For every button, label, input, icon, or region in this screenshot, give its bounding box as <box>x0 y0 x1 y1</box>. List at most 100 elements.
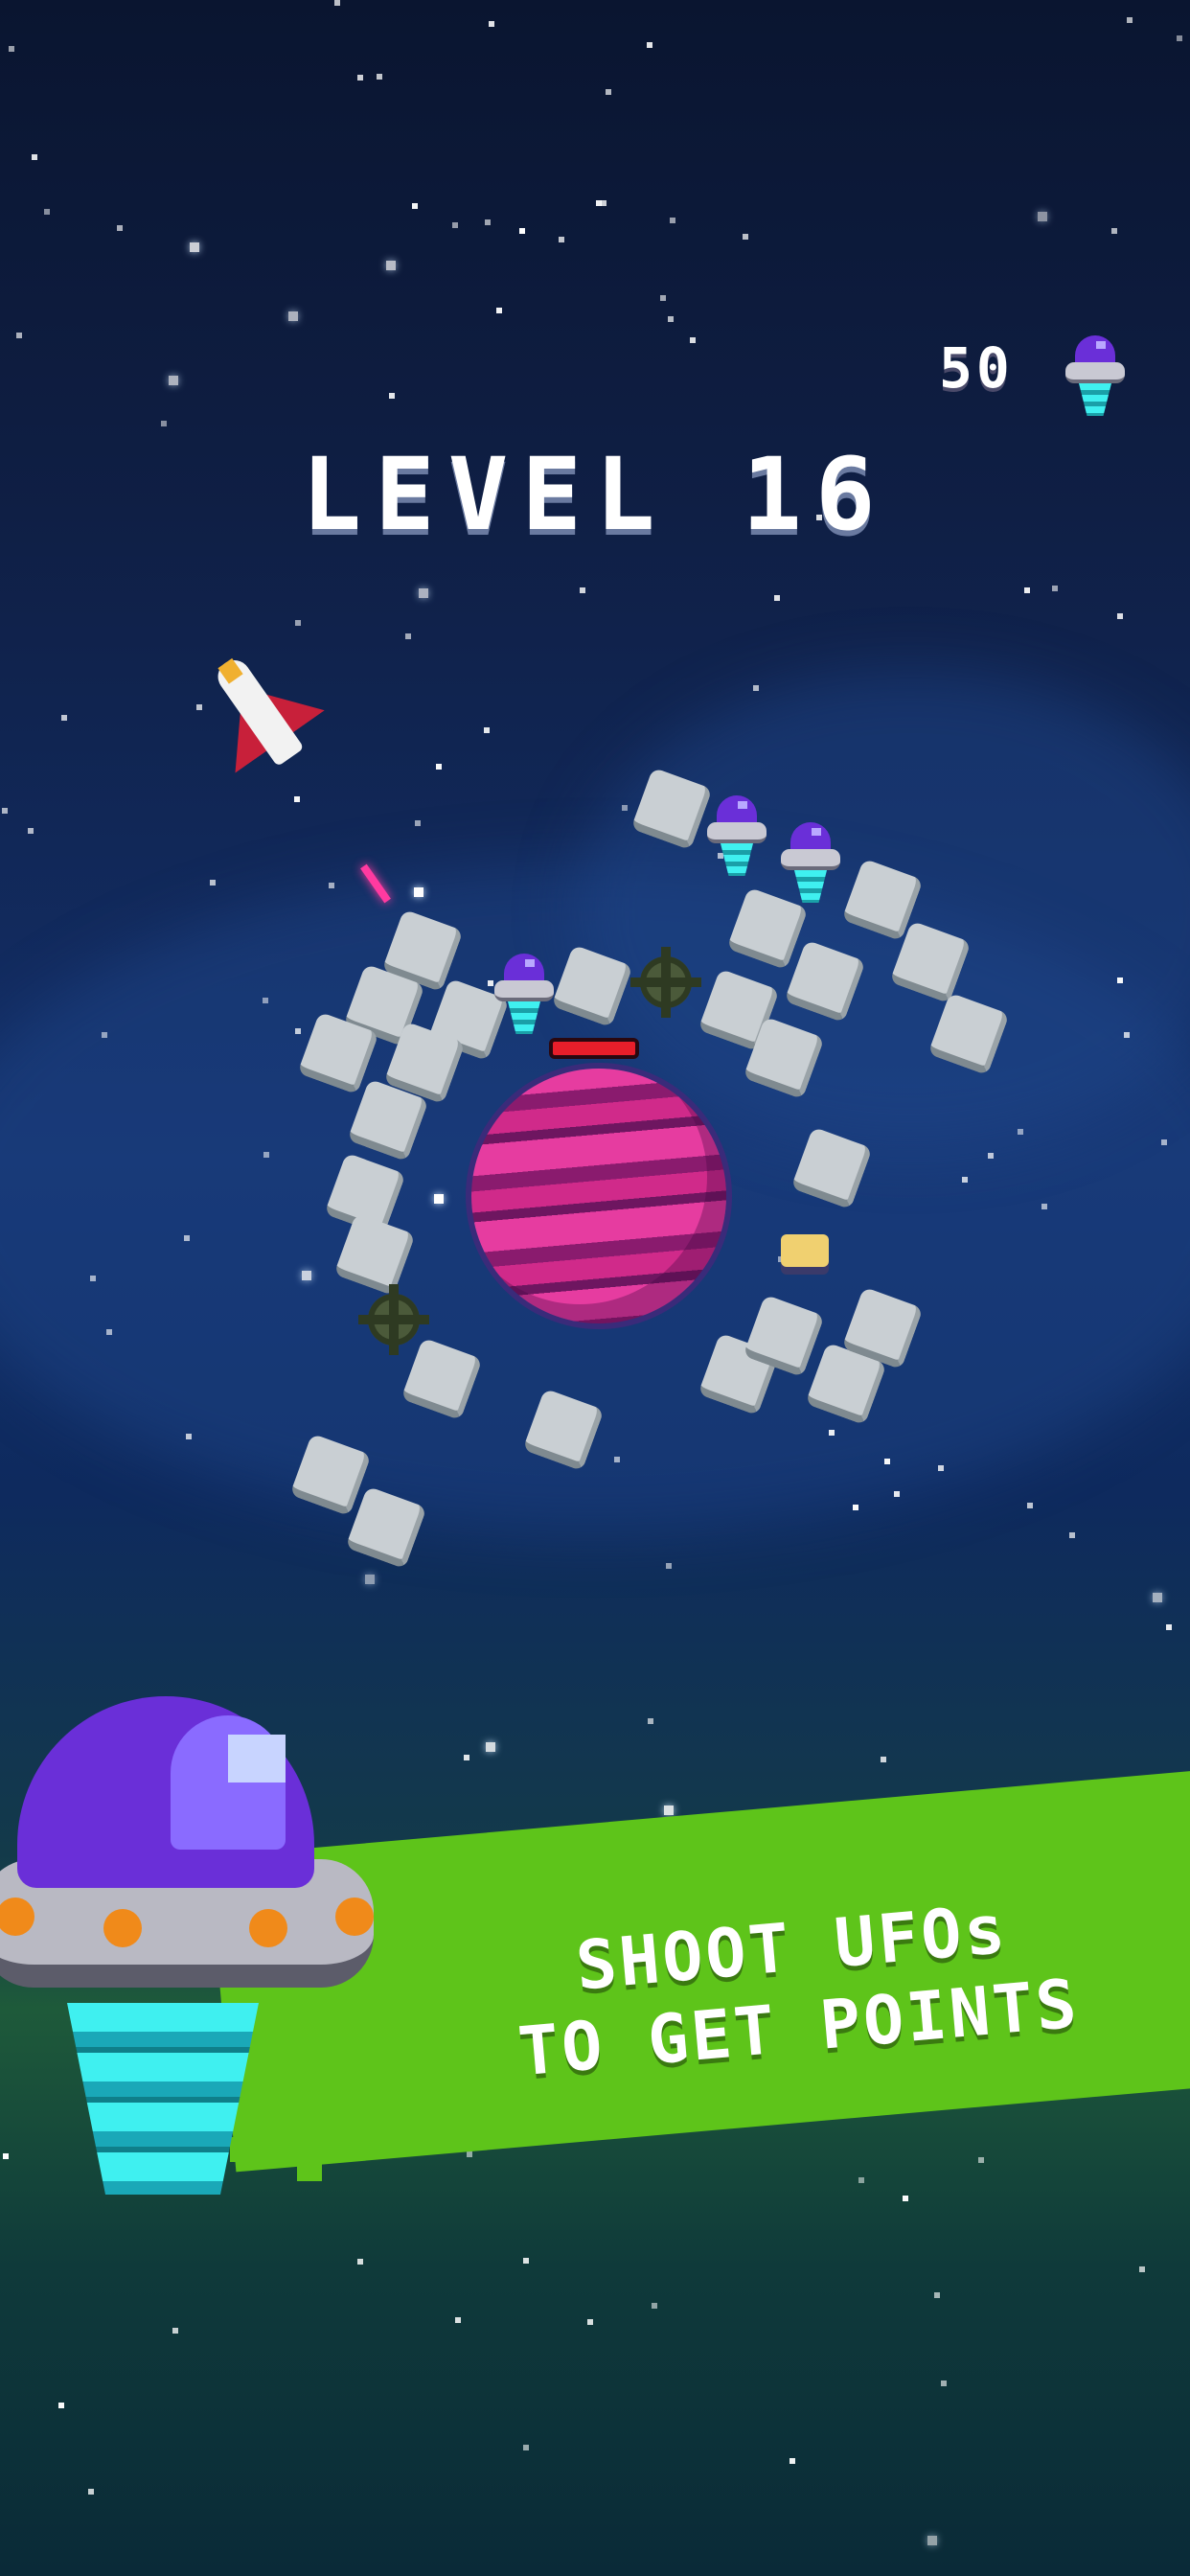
star <box>1069 1532 1075 1538</box>
star <box>853 1505 858 1510</box>
enemy-ufo[interactable] <box>494 954 554 1040</box>
star <box>606 89 611 95</box>
star <box>1161 1139 1167 1145</box>
star <box>414 887 423 897</box>
star <box>1018 1129 1023 1135</box>
star <box>288 311 298 321</box>
star <box>117 225 123 231</box>
star <box>184 1235 190 1241</box>
star <box>486 1742 495 1752</box>
level-title: LEVEL 16 <box>301 436 889 553</box>
star <box>601 200 606 206</box>
star <box>16 333 22 338</box>
star <box>790 2458 795 2464</box>
star <box>90 1276 96 1281</box>
star <box>161 421 167 426</box>
star <box>419 588 428 598</box>
star <box>523 2258 529 2264</box>
target-planet[interactable] <box>471 1069 726 1323</box>
star <box>753 685 759 691</box>
star <box>28 828 34 834</box>
star <box>488 980 493 986</box>
star <box>210 880 216 886</box>
star <box>652 2303 657 2309</box>
star <box>894 1491 900 1497</box>
score-value: 50 <box>939 335 1014 401</box>
star <box>988 1153 994 1159</box>
player-ship[interactable] <box>180 632 342 796</box>
enemy-ufo[interactable] <box>707 795 767 882</box>
star <box>668 316 674 322</box>
star <box>9 46 14 52</box>
star <box>1153 1593 1162 1602</box>
space-mine <box>358 1284 429 1355</box>
star <box>32 154 37 160</box>
star <box>978 2157 984 2163</box>
star <box>434 1194 444 1204</box>
star <box>1117 978 1123 983</box>
star <box>903 2196 908 2201</box>
star <box>295 620 301 626</box>
star <box>519 228 525 234</box>
star <box>58 2403 64 2408</box>
star <box>436 764 442 770</box>
star <box>580 587 585 593</box>
star <box>670 218 675 223</box>
star <box>1177 35 1182 41</box>
star <box>294 796 300 802</box>
star <box>405 633 411 639</box>
star <box>774 595 780 601</box>
star <box>1166 1624 1172 1630</box>
star <box>415 820 421 826</box>
star <box>186 1434 192 1439</box>
star <box>884 1459 890 1464</box>
star <box>88 2489 94 2495</box>
star <box>412 203 418 209</box>
star <box>648 1718 653 1724</box>
star <box>1117 613 1123 619</box>
star <box>690 337 696 343</box>
star <box>386 261 396 270</box>
star <box>587 2319 593 2325</box>
star <box>61 715 67 721</box>
star <box>263 1152 269 1158</box>
star <box>660 295 666 301</box>
star <box>295 1028 301 1034</box>
star <box>44 209 50 215</box>
star <box>102 1032 107 1038</box>
star <box>489 21 494 27</box>
star <box>169 376 178 385</box>
planet-health-bar <box>549 1038 639 1059</box>
star <box>190 242 199 252</box>
star <box>858 2177 864 2183</box>
star <box>2 808 8 814</box>
star <box>357 75 363 80</box>
star <box>302 1271 311 1280</box>
star <box>365 1575 375 1584</box>
star <box>467 2151 472 2157</box>
star <box>1027 1503 1033 1508</box>
score-counter: 50 <box>939 335 1014 401</box>
star <box>496 308 502 313</box>
star <box>485 219 491 225</box>
star <box>1124 1032 1130 1038</box>
star <box>523 2445 529 2450</box>
star <box>881 1757 886 1762</box>
star <box>464 1755 469 1760</box>
game-stage[interactable]: 50 LEVEL 16 SHOOT UFOs TO GET POINTS <box>0 0 1190 2576</box>
ufo-icon <box>1065 335 1125 422</box>
star <box>377 74 382 80</box>
star <box>934 2292 940 2298</box>
star <box>1024 587 1030 593</box>
star <box>1127 17 1133 23</box>
enemy-fighter <box>781 1234 829 1267</box>
big-ufo-illustration <box>0 1696 383 2204</box>
star <box>263 998 268 1003</box>
star <box>389 393 395 399</box>
star <box>664 1806 674 1815</box>
star <box>1038 212 1047 221</box>
star <box>927 2536 937 2545</box>
enemy-ufo[interactable] <box>781 822 840 908</box>
star <box>559 237 564 242</box>
star <box>622 805 628 811</box>
